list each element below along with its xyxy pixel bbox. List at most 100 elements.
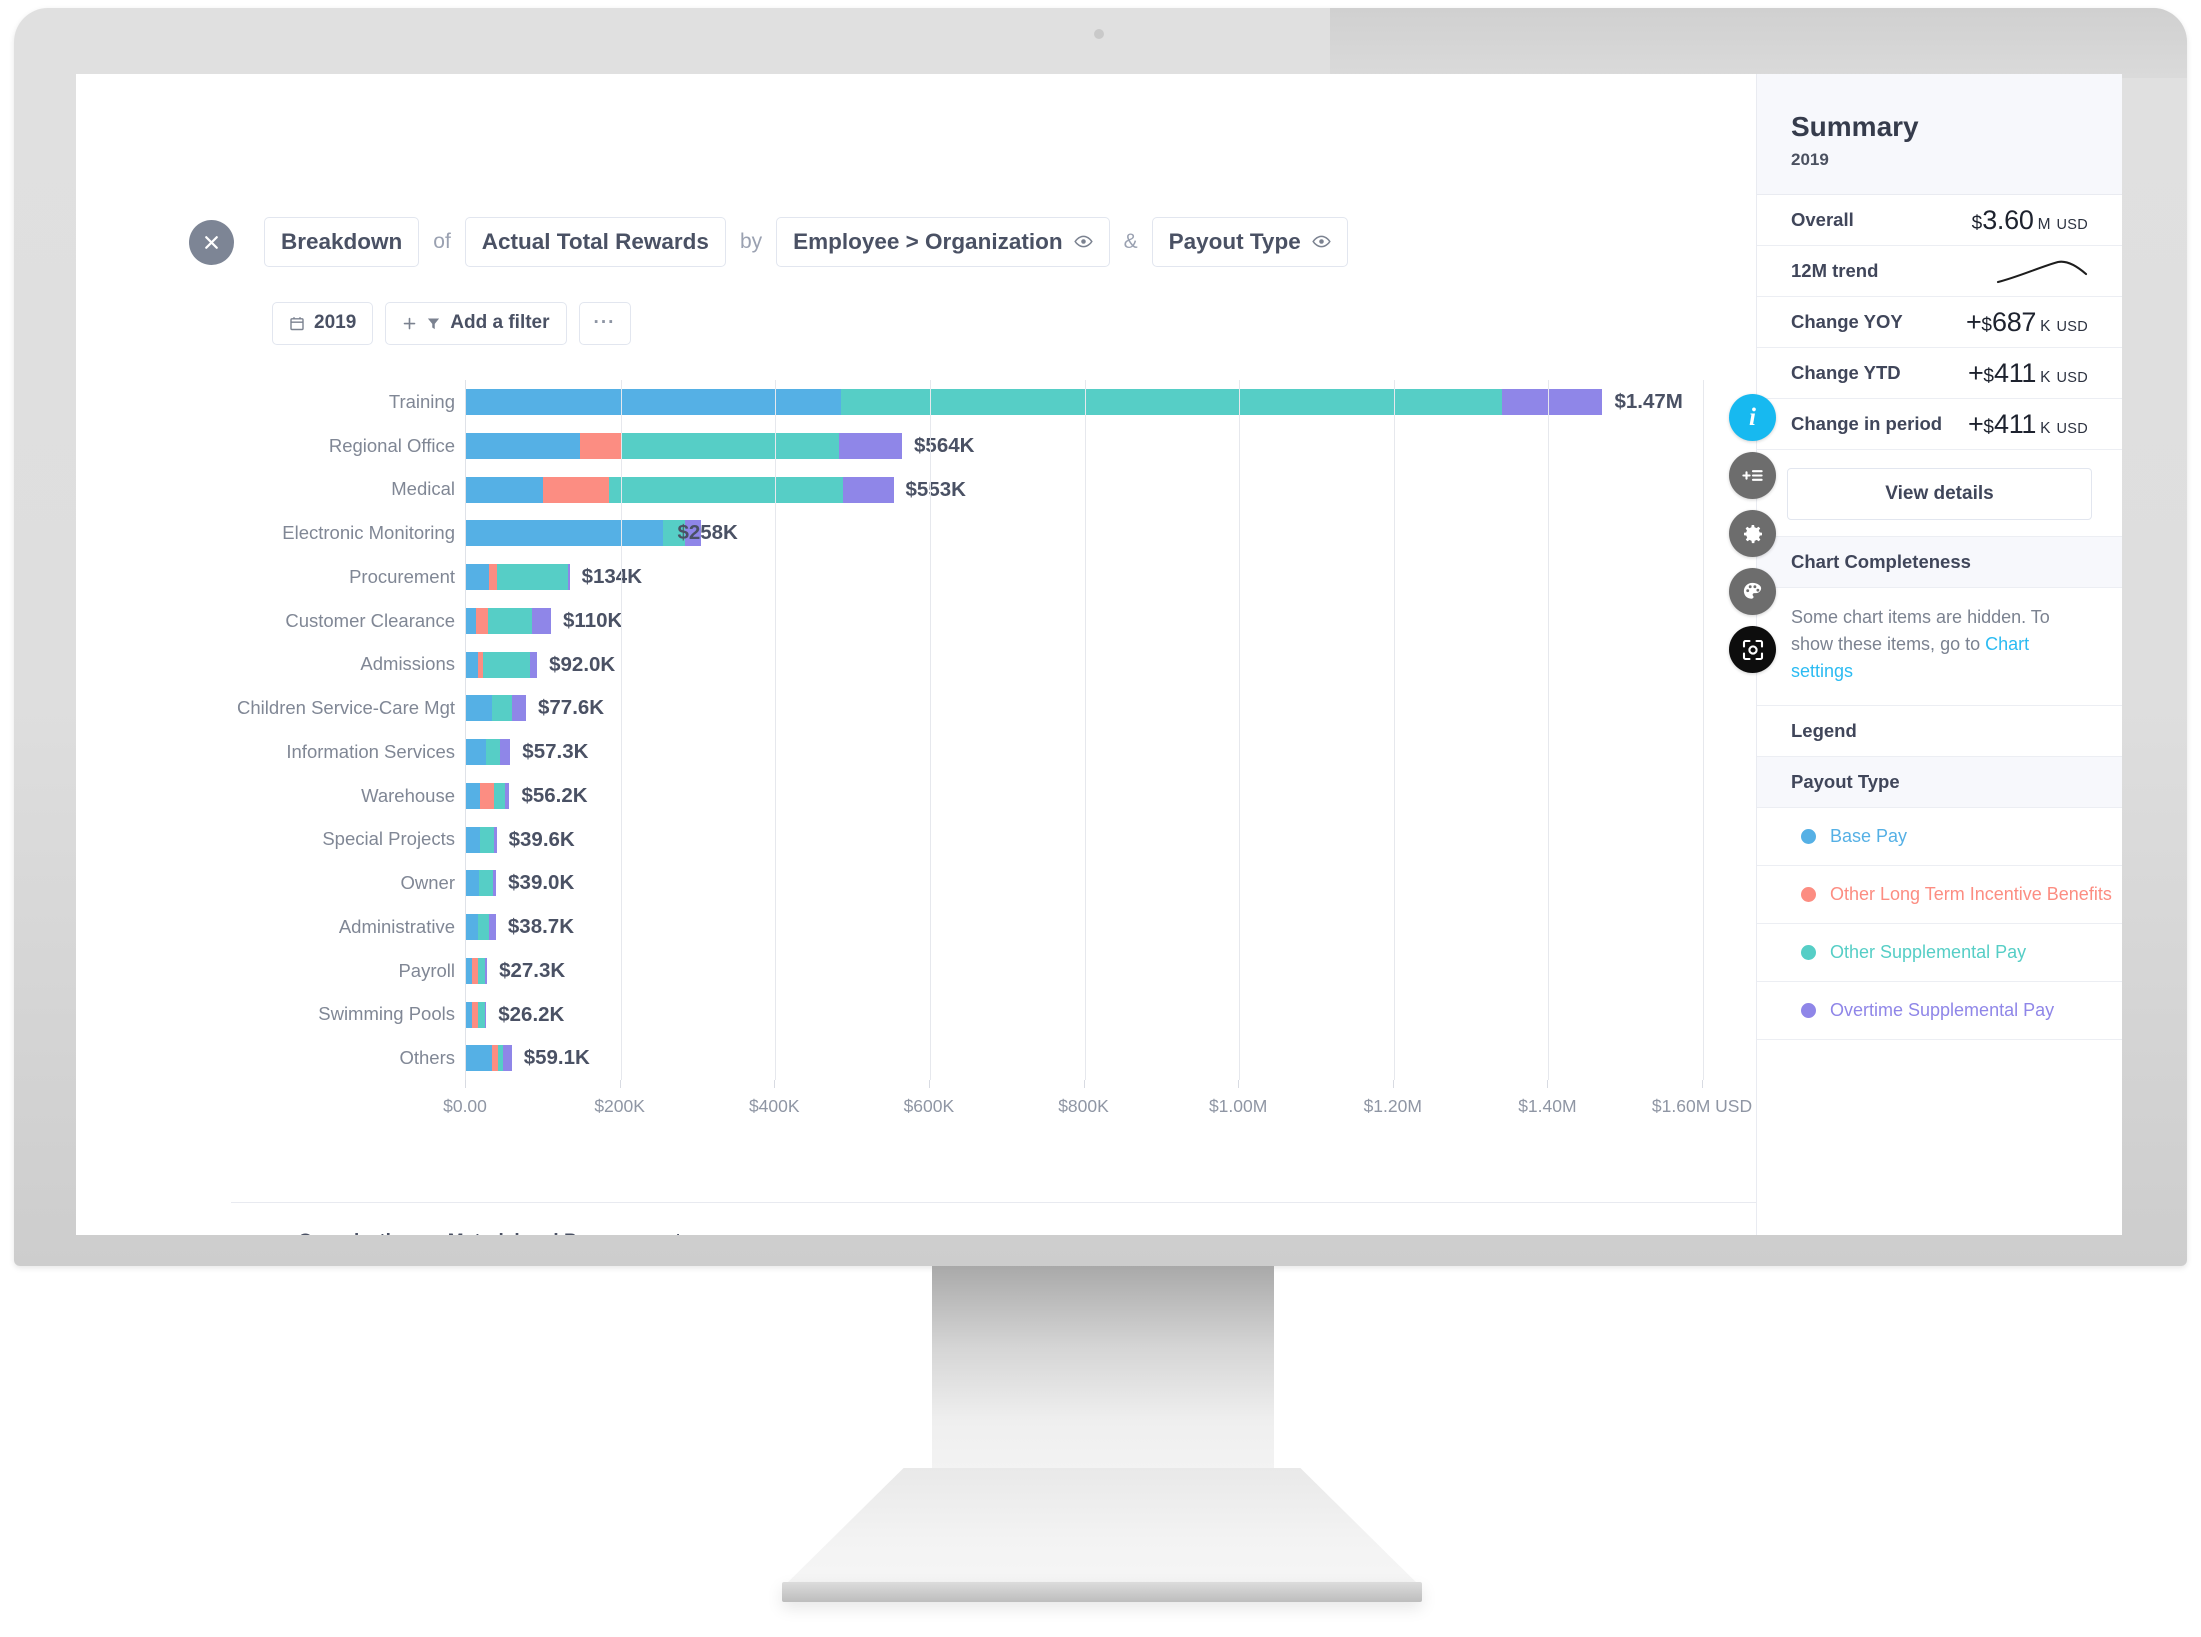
legend-item[interactable]: Other Long Term Incentive Benefits bbox=[1757, 866, 2122, 924]
breadcrumb-leaf[interactable]: Material and Procurement bbox=[448, 1231, 681, 1235]
view-details-container: View details bbox=[1757, 450, 2122, 537]
breakdown-chip[interactable]: Breakdown bbox=[264, 217, 419, 267]
bar-value-label: $258K bbox=[665, 520, 737, 546]
bar-segment[interactable] bbox=[1502, 389, 1603, 415]
stacked-bar[interactable] bbox=[466, 827, 497, 853]
bar-segment[interactable] bbox=[466, 739, 486, 765]
bar-segment[interactable] bbox=[480, 827, 494, 853]
bar-segment[interactable] bbox=[488, 608, 533, 634]
bar-segment[interactable] bbox=[478, 958, 485, 984]
bar-segment[interactable] bbox=[466, 1045, 492, 1071]
period-filter-button[interactable]: 2019 bbox=[272, 302, 373, 345]
gear-icon[interactable] bbox=[1729, 510, 1776, 557]
stacked-bar[interactable] bbox=[466, 739, 510, 765]
breadcrumb[interactable]: Organization > Material and Procurement bbox=[298, 1231, 681, 1235]
bar-segment[interactable] bbox=[492, 695, 513, 721]
breakdown-chip-label: Breakdown bbox=[281, 229, 402, 255]
bar-segment[interactable] bbox=[466, 520, 663, 546]
bar-segment[interactable] bbox=[532, 608, 551, 634]
breadcrumb-root[interactable]: Organization bbox=[298, 1231, 414, 1235]
legend-item[interactable]: Base Pay bbox=[1757, 808, 2122, 866]
stacked-bar[interactable] bbox=[466, 389, 1602, 415]
stacked-bar[interactable] bbox=[466, 433, 902, 459]
bar-segment[interactable] bbox=[476, 608, 488, 634]
bar-segment[interactable] bbox=[503, 1045, 512, 1071]
bar-segment[interactable] bbox=[841, 389, 1502, 415]
more-options-button[interactable]: ··· bbox=[579, 302, 631, 345]
legend-header: Legend bbox=[1757, 706, 2122, 757]
legend-item[interactable]: Overtime Supplemental Pay bbox=[1757, 982, 2122, 1040]
stacked-bar[interactable] bbox=[466, 1002, 486, 1028]
bar-segment[interactable] bbox=[486, 739, 500, 765]
eye-icon[interactable] bbox=[1312, 232, 1331, 251]
add-filter-button[interactable]: Add a filter bbox=[385, 302, 566, 345]
bar-segment[interactable] bbox=[543, 477, 609, 503]
bar-segment[interactable] bbox=[466, 477, 543, 503]
value-currency-code: USD bbox=[2050, 370, 2088, 386]
stacked-bar[interactable] bbox=[466, 695, 526, 721]
bar-segment[interactable] bbox=[466, 783, 480, 809]
bar-segment[interactable] bbox=[479, 870, 493, 896]
bar-segment[interactable] bbox=[483, 652, 530, 678]
bar-segment[interactable] bbox=[489, 564, 497, 590]
value-unit: K bbox=[2036, 420, 2050, 437]
bar-segment[interactable] bbox=[466, 827, 480, 853]
bar-segment[interactable] bbox=[466, 695, 492, 721]
bar-segment[interactable] bbox=[497, 564, 568, 590]
bar-segment[interactable] bbox=[580, 433, 620, 459]
bar-segment[interactable] bbox=[839, 433, 902, 459]
summary-value: +$411KUSD bbox=[1968, 358, 2088, 389]
eye-icon[interactable] bbox=[1074, 232, 1093, 251]
bar-segment[interactable] bbox=[466, 870, 479, 896]
info-icon[interactable]: i bbox=[1729, 394, 1776, 441]
dimension-chip[interactable]: Employee > Organization bbox=[776, 217, 1109, 267]
legend-item[interactable]: Other Supplemental Pay bbox=[1757, 924, 2122, 982]
bar-segment[interactable] bbox=[621, 433, 840, 459]
stacked-bar[interactable] bbox=[466, 914, 496, 940]
bar-segment[interactable] bbox=[480, 783, 494, 809]
focus-icon[interactable] bbox=[1729, 626, 1776, 673]
analytics-app: Breakdown of Actual Total Rewards by Emp… bbox=[76, 74, 1756, 1235]
bar-segment[interactable] bbox=[478, 914, 489, 940]
chart-completeness-note: Some chart items are hidden. To show the… bbox=[1757, 588, 2122, 706]
bar-value-label: $26.2K bbox=[486, 1002, 564, 1028]
axis-tick-label: $1.40M bbox=[1518, 1080, 1576, 1117]
close-button[interactable] bbox=[189, 220, 234, 265]
stacked-bar[interactable] bbox=[466, 652, 537, 678]
list-add-icon[interactable] bbox=[1729, 452, 1776, 499]
bar-segment[interactable] bbox=[466, 914, 478, 940]
bar-segment[interactable] bbox=[489, 914, 496, 940]
bar-segment[interactable] bbox=[466, 608, 476, 634]
axis-tick-label: $1.20M bbox=[1364, 1080, 1422, 1117]
bar-segment[interactable] bbox=[500, 739, 510, 765]
stacked-bar[interactable] bbox=[466, 477, 894, 503]
view-details-button[interactable]: View details bbox=[1787, 468, 2092, 520]
bar-segment[interactable] bbox=[530, 652, 537, 678]
stacked-bar[interactable] bbox=[466, 958, 487, 984]
bar-segment[interactable] bbox=[494, 783, 505, 809]
category-label: Regional Office bbox=[329, 424, 455, 468]
query-builder-bar: Breakdown of Actual Total Rewards by Emp… bbox=[264, 217, 1348, 267]
summary-title: Summary bbox=[1791, 111, 2088, 143]
measure-chip[interactable]: Actual Total Rewards bbox=[465, 217, 726, 267]
stacked-bar[interactable] bbox=[466, 870, 496, 896]
category-label: Swimming Pools bbox=[318, 993, 455, 1037]
category-label: Others bbox=[399, 1036, 455, 1080]
bar-segment[interactable] bbox=[609, 477, 843, 503]
bar-segment[interactable] bbox=[843, 477, 893, 503]
summary-row-trend: 12M trend bbox=[1757, 246, 2122, 297]
bar-segment[interactable] bbox=[466, 564, 489, 590]
bar-segment[interactable] bbox=[466, 652, 478, 678]
category-label: Information Services bbox=[286, 730, 455, 774]
stacked-bar[interactable] bbox=[466, 564, 570, 590]
stacked-bar[interactable] bbox=[466, 1045, 512, 1071]
bar-segment[interactable] bbox=[466, 433, 580, 459]
series-chip[interactable]: Payout Type bbox=[1152, 217, 1348, 267]
bar-segment[interactable] bbox=[466, 389, 841, 415]
palette-icon[interactable] bbox=[1729, 568, 1776, 615]
stacked-bar[interactable] bbox=[466, 783, 509, 809]
stacked-bar[interactable] bbox=[466, 608, 551, 634]
value-number: 411 bbox=[1994, 358, 2036, 388]
bar-segment[interactable] bbox=[512, 695, 526, 721]
gridline bbox=[1548, 380, 1549, 1080]
